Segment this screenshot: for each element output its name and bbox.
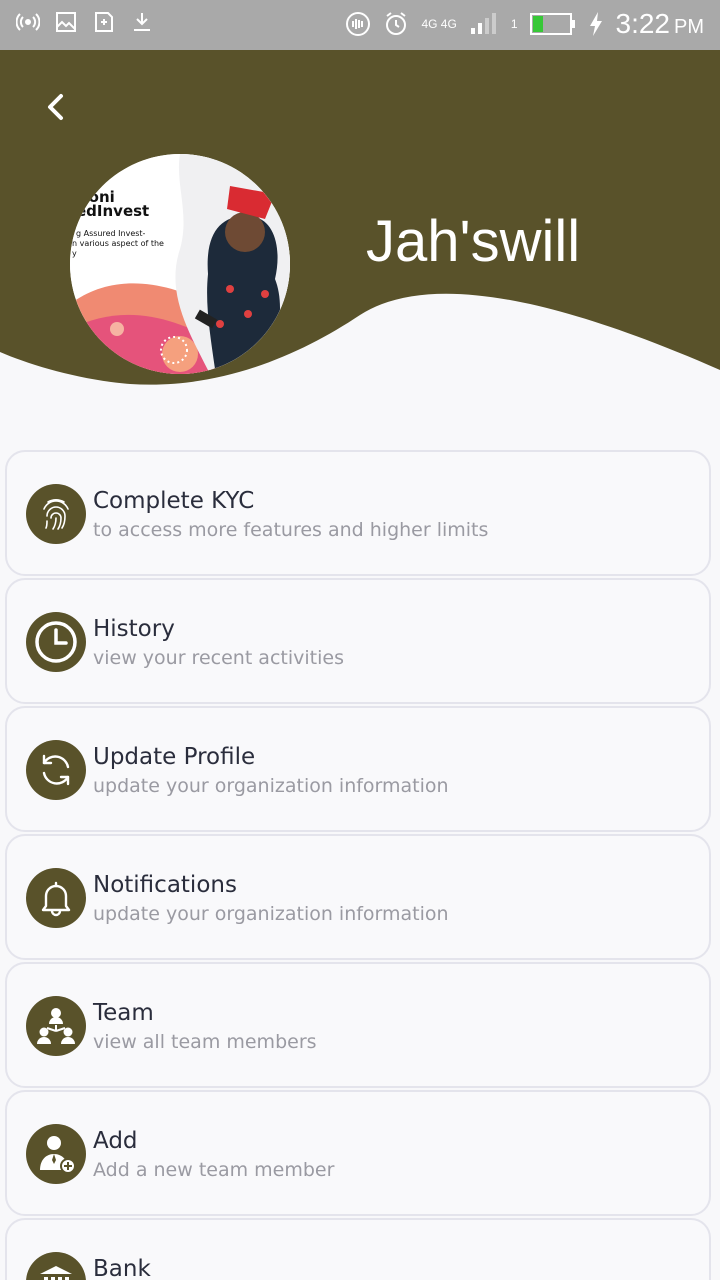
profile-name: Jah'swill (366, 209, 581, 274)
sim-slot-label: 1 (510, 17, 518, 31)
avatar-text-line4: n various aspect of the (72, 239, 164, 248)
vibrate-icon (346, 12, 371, 36)
signal-icon (470, 13, 496, 34)
charging-icon (589, 12, 602, 36)
add-user-icon (26, 1124, 86, 1184)
menu-item-subtitle: to access more features and higher limit… (93, 519, 489, 541)
menu-item-subtitle: update your organization information (93, 903, 449, 925)
menu-item-title: Add (93, 1128, 138, 1154)
avatar-text-line2: edInvest (76, 202, 149, 220)
menu-item-update-profile[interactable]: Update Profile update your organization … (5, 706, 711, 832)
menu-item-notifications[interactable]: Notifications update your organization i… (5, 834, 711, 960)
menu-item-title: Bank (93, 1256, 151, 1280)
fingerprint-icon (26, 484, 86, 544)
back-arrow-icon[interactable] (40, 90, 74, 124)
avatar-text-line3: g Assured Invest- (76, 229, 146, 238)
status-bar: 4G 4G 1 3:22 PM (0, 0, 720, 50)
menu-item-add[interactable]: Add Add a new team member (5, 1090, 711, 1216)
alarm-icon (386, 12, 407, 35)
menu-item-title: Notifications (93, 872, 237, 898)
bank-icon (26, 1252, 86, 1280)
hotspot-icon (16, 13, 40, 31)
menu-item-bank[interactable]: Bank (5, 1218, 711, 1280)
clock-icon (26, 612, 86, 672)
avatar-text-line5: y (72, 249, 77, 258)
bell-icon (26, 868, 86, 928)
network-type-label: 4G 4G (421, 17, 457, 31)
menu-item-team[interactable]: Team view all team members (5, 962, 711, 1088)
menu-item-title: Team (93, 1000, 154, 1026)
menu-item-history[interactable]: History view your recent activities (5, 578, 711, 704)
menu-item-subtitle: view all team members (93, 1031, 317, 1053)
menu-item-subtitle: view your recent activities (93, 647, 344, 669)
team-icon (26, 996, 86, 1056)
refresh-icon (26, 740, 86, 800)
image-icon (56, 12, 76, 32)
download-icon (134, 13, 150, 31)
menu-item-title: History (93, 616, 175, 642)
profile-header: noni edInvest g Assured Invest- n variou… (0, 50, 720, 400)
clock-time: 3:22 PM (615, 8, 705, 39)
menu-item-subtitle: Add a new team member (93, 1159, 335, 1181)
menu-item-title: Update Profile (93, 744, 256, 770)
sd-card-icon (95, 12, 113, 32)
menu-item-complete-kyc[interactable]: Complete KYC to access more features and… (5, 450, 711, 576)
battery-icon (529, 13, 575, 35)
profile-avatar[interactable]: noni edInvest g Assured Invest- n variou… (70, 154, 290, 374)
menu-item-title: Complete KYC (93, 488, 255, 514)
menu-item-subtitle: update your organization information (93, 775, 449, 797)
